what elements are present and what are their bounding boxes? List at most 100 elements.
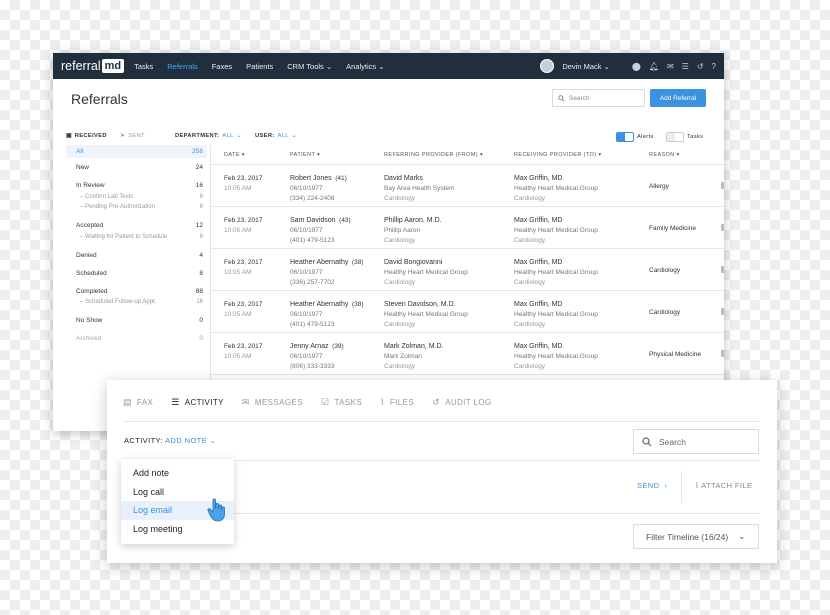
tab-label: TASKS [334,398,363,407]
refresh-icon[interactable]: ↺ [697,62,704,71]
bell-icon[interactable]: 🔔︎ [649,62,659,71]
activity-selector[interactable]: ACTIVITY: ADD NOTE ⌄ [124,436,216,445]
sidebar-item[interactable]: Scheduled 8 [66,270,207,277]
user-menu[interactable]: Devin Mack ⌄ [562,62,610,71]
referring-org: Bay Area Health System [384,185,455,192]
col-receiving[interactable]: RECEIVING PROVIDER (TO) ▾ [514,152,602,158]
row-handle-icon[interactable] [721,350,724,357]
user-value: ALL [277,133,289,139]
mail-icon[interactable]: ✉ [667,62,674,71]
nav-item-3[interactable]: Patients [246,62,273,71]
list-icon[interactable]: ☰ [682,62,689,71]
patient-age: (38) [352,301,364,308]
patient-name[interactable]: Heather Abernathy [290,259,348,266]
filter-timeline-select[interactable]: Filter Timeline (16/24) ⌄ [633,524,759,549]
sidebar-item[interactable]: Accepted 12 [66,222,207,229]
sidebar-item-count: 8 [199,270,203,277]
sidebar-item[interactable]: Denied 4 [66,252,207,259]
sidebar-item[interactable]: Completed 88 [66,288,207,295]
referring-name: David Bongiovanni [384,259,443,266]
nav-item-2[interactable]: Faxes [212,62,232,71]
app-logo[interactable]: referral md [61,59,125,73]
timeline-search-input[interactable]: Search [633,429,759,454]
receiving-specialty: Cardiology [514,363,546,370]
patient-name[interactable]: Sam Davidson [290,217,336,224]
nav-item-1[interactable]: Referrals [167,62,197,71]
tasks-switch[interactable] [666,132,684,142]
pointer-hand-icon [207,498,225,522]
sidebar-item[interactable]: – Pending Pre-Authorization 8 [66,204,207,210]
table-row[interactable]: Feb 23, 2017 10:05 AM Jenny Arnaz (39) 0… [211,333,724,375]
table-row[interactable]: Feb 23, 2017 10:05 AM Heather Abernathy … [211,249,724,291]
sidebar-item[interactable]: – Waiting for Patient to Schedule 8 [66,234,207,240]
department-filter[interactable]: DEPARTMENT: ALL ⌄ [175,133,242,139]
sidebar-item[interactable]: New 24 [66,164,207,171]
help-icon[interactable]: ? [712,62,716,71]
tab-tasks[interactable]: ☑ TASKS [321,397,362,408]
receiving-org: Healthy Heart Medical Group [514,353,598,360]
sidebar-item[interactable]: No Show 0 [66,317,207,324]
patient-name[interactable]: Jenny Arnaz [290,343,329,350]
patient-name[interactable]: Heather Abernathy [290,301,348,308]
tab-messages[interactable]: ✉ MESSAGES [242,397,303,408]
col-referring[interactable]: REFERRING PROVIDER (FROM) ▾ [384,152,483,158]
col-reason[interactable]: REASON ▾ [649,152,680,158]
tab-label: ACTIVITY [184,398,224,407]
send-label: SEND [637,481,660,490]
user-filter[interactable]: USER: ALL ⌄ [255,133,297,139]
receiving-org: Healthy Heart Medical Group [514,227,598,234]
sidebar-item-label: Accepted [76,222,104,229]
activity-label: ACTIVITY: [124,436,164,445]
sidebar-item[interactable]: In Review 16 [66,182,207,189]
patient-phone: (806) 333-3333 [290,363,335,370]
referring-specialty: Cardiology [384,279,416,286]
row-handle-icon[interactable] [721,224,724,231]
nav-item-4[interactable]: CRM Tools ⌄ [287,62,332,71]
search-input[interactable]: Search [552,89,645,107]
pin-icon[interactable]: ⬤ [632,62,641,71]
tasks-label: Tasks [687,134,704,140]
alerts-switch[interactable] [616,132,634,142]
tab-fax[interactable]: ▤ FAX [123,397,153,408]
referring-cell: David Marks Bay Area Health System Cardi… [384,174,454,204]
date: Feb 23, 2017 [224,217,263,224]
nav-item-5[interactable]: Analytics ⌄ [346,62,384,71]
row-handle-icon[interactable] [721,182,724,189]
patient-cell: Heather Abernathy (38) 06/10/1977 (401) … [290,300,364,330]
patient-age: (43) [339,217,351,224]
add-referral-button[interactable]: Add Referral [650,89,706,107]
patient-name[interactable]: Robert Jones [290,175,332,182]
date-cell: Feb 23, 2017 10:05 AM [224,258,262,278]
sidebar-item-label: Denied [76,252,97,259]
row-handle-icon[interactable] [721,308,724,315]
table-row[interactable]: Feb 23, 2017 10:05 AM Sam Davidson (43) … [211,207,724,249]
menu-item-log-meeting[interactable]: Log meeting [121,520,234,539]
menu-item-add-note[interactable]: Add note [121,464,234,483]
main-nav: Tasks Referrals Faxes Patients CRM Tools ⌄ An… [134,62,384,71]
tab-received[interactable]: ▣ RECEIVED [66,133,107,139]
avatar[interactable] [540,59,555,73]
receiving-cell: Max Griffin, MD Healthy Heart Medical Gr… [514,174,598,204]
activity-value[interactable]: ADD NOTE [165,436,207,445]
sidebar-item[interactable]: – Scheduled Follow-up Appt. 16 [66,299,207,305]
col-patient[interactable]: PATIENT ▾ [290,152,320,158]
referring-org: Mark Zolman [384,353,422,360]
attach-file-button[interactable]: ⌇ ATTACH FILE [695,481,752,490]
patient-phone: (334) 224-2408 [290,195,335,202]
send-button[interactable]: SEND › [637,481,667,490]
tab-activity[interactable]: ☰ ACTIVITY [171,397,224,408]
alerts-toggle[interactable]: Alerts [616,132,654,142]
col-date[interactable]: DATE ▾ [224,152,245,158]
sidebar-item[interactable]: – Confirm Lab Tests 8 [66,194,207,200]
tab-audit-log[interactable]: ↺ AUDIT LOG [432,397,492,408]
table-row[interactable]: Feb 23, 2017 10:05 AM Heather Abernathy … [211,291,724,333]
sidebar-item[interactable]: Archived 0 [66,335,207,342]
tab-sent[interactable]: ➤ SENT [120,133,145,139]
row-handle-icon[interactable] [721,266,724,273]
sidebar-item-count: 8 [199,194,203,200]
nav-item-0[interactable]: Tasks [134,62,153,71]
tab-files[interactable]: ⌇ FILES [380,397,414,408]
table-row[interactable]: Feb 23, 2017 10:05 AM Robert Jones (41) … [211,165,724,207]
sidebar-item[interactable]: All 256 [66,145,207,158]
tasks-toggle[interactable]: Tasks [666,132,703,142]
